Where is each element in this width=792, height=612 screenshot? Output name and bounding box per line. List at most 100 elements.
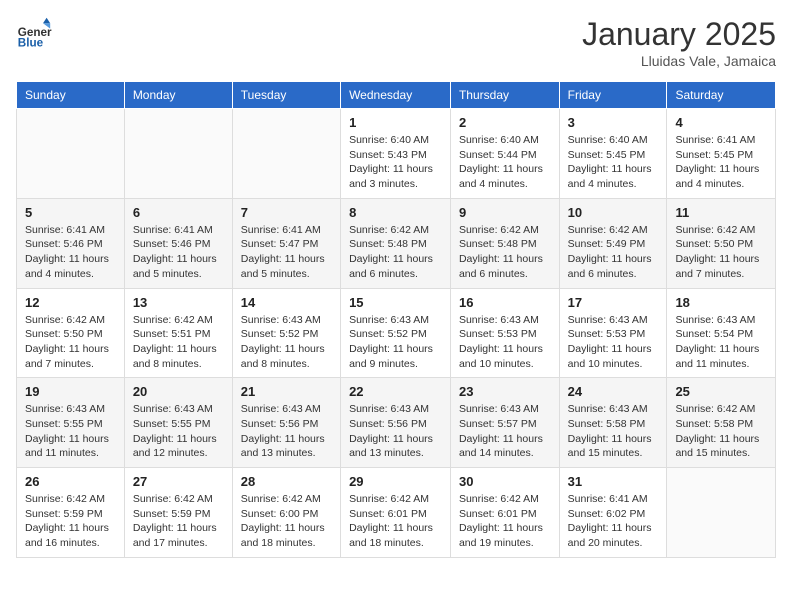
- weekday-header-friday: Friday: [559, 82, 667, 109]
- weekday-header-monday: Monday: [124, 82, 232, 109]
- day-info: Sunrise: 6:42 AM Sunset: 5:50 PM Dayligh…: [25, 313, 116, 372]
- day-number: 27: [133, 474, 224, 489]
- day-number: 9: [459, 205, 551, 220]
- day-info: Sunrise: 6:41 AM Sunset: 5:46 PM Dayligh…: [133, 223, 224, 282]
- calendar-cell: 19 Sunrise: 6:43 AM Sunset: 5:55 PM Dayli…: [17, 378, 125, 468]
- day-info: Sunrise: 6:40 AM Sunset: 5:44 PM Dayligh…: [459, 133, 551, 192]
- day-number: 7: [241, 205, 332, 220]
- day-number: 30: [459, 474, 551, 489]
- calendar-cell: 18 Sunrise: 6:43 AM Sunset: 5:54 PM Dayli…: [667, 288, 776, 378]
- calendar-cell: 29Sunrise: 6:42 AM Sunset: 6:01 PM Dayli…: [341, 468, 451, 558]
- day-info: Sunrise: 6:42 AM Sunset: 5:59 PM Dayligh…: [133, 492, 224, 551]
- day-info: Sunrise: 6:41 AM Sunset: 6:02 PM Dayligh…: [568, 492, 659, 551]
- calendar-cell: 5 Sunrise: 6:41 AM Sunset: 5:46 PM Daylig…: [17, 198, 125, 288]
- day-info: Sunrise: 6:40 AM Sunset: 5:45 PM Dayligh…: [568, 133, 659, 192]
- calendar-cell: 22 Sunrise: 6:43 AM Sunset: 5:56 PM Dayli…: [341, 378, 451, 468]
- day-info: Sunrise: 6:41 AM Sunset: 5:45 PM Dayligh…: [675, 133, 767, 192]
- calendar-cell: [124, 109, 232, 199]
- month-title: January 2025: [582, 16, 776, 53]
- day-number: 2: [459, 115, 551, 130]
- day-number: 21: [241, 384, 332, 399]
- day-info: Sunrise: 6:42 AM Sunset: 5:48 PM Dayligh…: [459, 223, 551, 282]
- day-number: 6: [133, 205, 224, 220]
- day-info: Sunrise: 6:42 AM Sunset: 5:51 PM Dayligh…: [133, 313, 224, 372]
- calendar-cell: 23 Sunrise: 6:43 AM Sunset: 5:57 PM Dayli…: [450, 378, 559, 468]
- title-block: January 2025 Lluidas Vale, Jamaica: [582, 16, 776, 69]
- calendar-cell: 16 Sunrise: 6:43 AM Sunset: 5:53 PM Dayli…: [450, 288, 559, 378]
- calendar-cell: [232, 109, 340, 199]
- day-info: Sunrise: 6:43 AM Sunset: 5:53 PM Dayligh…: [568, 313, 659, 372]
- day-info: Sunrise: 6:43 AM Sunset: 5:56 PM Dayligh…: [241, 402, 332, 461]
- day-number: 13: [133, 295, 224, 310]
- day-number: 29: [349, 474, 442, 489]
- calendar-cell: 9 Sunrise: 6:42 AM Sunset: 5:48 PM Daylig…: [450, 198, 559, 288]
- day-number: 22: [349, 384, 442, 399]
- day-number: 19: [25, 384, 116, 399]
- day-number: 11: [675, 205, 767, 220]
- weekday-header-saturday: Saturday: [667, 82, 776, 109]
- day-info: Sunrise: 6:43 AM Sunset: 5:57 PM Dayligh…: [459, 402, 551, 461]
- day-number: 16: [459, 295, 551, 310]
- day-number: 23: [459, 384, 551, 399]
- calendar-cell: 3 Sunrise: 6:40 AM Sunset: 5:45 PM Daylig…: [559, 109, 667, 199]
- calendar-cell: 30 Sunrise: 6:42 AM Sunset: 6:01 PM Dayli…: [450, 468, 559, 558]
- weekday-header-sunday: Sunday: [17, 82, 125, 109]
- day-number: 8: [349, 205, 442, 220]
- day-info: Sunrise: 6:42 AM Sunset: 5:49 PM Dayligh…: [568, 223, 659, 282]
- day-info: Sunrise: 6:43 AM Sunset: 5:56 PM Dayligh…: [349, 402, 442, 461]
- day-number: 24: [568, 384, 659, 399]
- day-info: Sunrise: 6:42 AM Sunset: 5:48 PM Dayligh…: [349, 223, 442, 282]
- weekday-header-wednesday: Wednesday: [341, 82, 451, 109]
- day-info: Sunrise: 6:43 AM Sunset: 5:55 PM Dayligh…: [25, 402, 116, 461]
- day-info: Sunrise: 6:43 AM Sunset: 5:53 PM Dayligh…: [459, 313, 551, 372]
- day-number: 14: [241, 295, 332, 310]
- weekday-header-thursday: Thursday: [450, 82, 559, 109]
- day-info: Sunrise: 6:43 AM Sunset: 5:58 PM Dayligh…: [568, 402, 659, 461]
- day-info: Sunrise: 6:41 AM Sunset: 5:46 PM Dayligh…: [25, 223, 116, 282]
- page-header: General Blue January 2025 Lluidas Vale, …: [16, 16, 776, 69]
- day-info: Sunrise: 6:42 AM Sunset: 5:50 PM Dayligh…: [675, 223, 767, 282]
- day-number: 31: [568, 474, 659, 489]
- day-info: Sunrise: 6:42 AM Sunset: 6:00 PM Dayligh…: [241, 492, 332, 551]
- location-subtitle: Lluidas Vale, Jamaica: [582, 53, 776, 69]
- calendar-cell: 15Sunrise: 6:43 AM Sunset: 5:52 PM Dayli…: [341, 288, 451, 378]
- calendar-cell: 20Sunrise: 6:43 AM Sunset: 5:55 PM Dayli…: [124, 378, 232, 468]
- day-number: 10: [568, 205, 659, 220]
- day-number: 25: [675, 384, 767, 399]
- logo-icon: General Blue: [16, 16, 52, 52]
- day-number: 26: [25, 474, 116, 489]
- calendar-cell: 17Sunrise: 6:43 AM Sunset: 5:53 PM Dayli…: [559, 288, 667, 378]
- calendar-cell: 24 Sunrise: 6:43 AM Sunset: 5:58 PM Dayli…: [559, 378, 667, 468]
- day-info: Sunrise: 6:41 AM Sunset: 5:47 PM Dayligh…: [241, 223, 332, 282]
- day-info: Sunrise: 6:42 AM Sunset: 6:01 PM Dayligh…: [459, 492, 551, 551]
- calendar-cell: [667, 468, 776, 558]
- day-info: Sunrise: 6:43 AM Sunset: 5:55 PM Dayligh…: [133, 402, 224, 461]
- day-info: Sunrise: 6:43 AM Sunset: 5:52 PM Dayligh…: [241, 313, 332, 372]
- calendar-cell: 28 Sunrise: 6:42 AM Sunset: 6:00 PM Dayli…: [232, 468, 340, 558]
- calendar-cell: 7 Sunrise: 6:41 AM Sunset: 5:47 PM Daylig…: [232, 198, 340, 288]
- day-number: 28: [241, 474, 332, 489]
- calendar-cell: 11 Sunrise: 6:42 AM Sunset: 5:50 PM Dayli…: [667, 198, 776, 288]
- day-info: Sunrise: 6:43 AM Sunset: 5:54 PM Dayligh…: [675, 313, 767, 372]
- weekday-header-row: SundayMondayTuesdayWednesdayThursdayFrid…: [17, 82, 776, 109]
- calendar-week-row: 5 Sunrise: 6:41 AM Sunset: 5:46 PM Daylig…: [17, 198, 776, 288]
- calendar-table: SundayMondayTuesdayWednesdayThursdayFrid…: [16, 81, 776, 558]
- day-number: 1: [349, 115, 442, 130]
- svg-text:Blue: Blue: [18, 37, 44, 50]
- day-info: Sunrise: 6:40 AM Sunset: 5:43 PM Dayligh…: [349, 133, 442, 192]
- day-number: 4: [675, 115, 767, 130]
- calendar-cell: 10 Sunrise: 6:42 AM Sunset: 5:49 PM Dayli…: [559, 198, 667, 288]
- day-info: Sunrise: 6:42 AM Sunset: 5:59 PM Dayligh…: [25, 492, 116, 551]
- day-number: 5: [25, 205, 116, 220]
- calendar-cell: 25Sunrise: 6:42 AM Sunset: 5:58 PM Dayli…: [667, 378, 776, 468]
- calendar-week-row: 1 Sunrise: 6:40 AM Sunset: 5:43 PM Daylig…: [17, 109, 776, 199]
- weekday-header-tuesday: Tuesday: [232, 82, 340, 109]
- day-number: 18: [675, 295, 767, 310]
- calendar-cell: 13 Sunrise: 6:42 AM Sunset: 5:51 PM Dayli…: [124, 288, 232, 378]
- day-info: Sunrise: 6:43 AM Sunset: 5:52 PM Dayligh…: [349, 313, 442, 372]
- day-number: 3: [568, 115, 659, 130]
- calendar-week-row: 26 Sunrise: 6:42 AM Sunset: 5:59 PM Dayli…: [17, 468, 776, 558]
- logo: General Blue: [16, 16, 56, 52]
- calendar-cell: 6 Sunrise: 6:41 AM Sunset: 5:46 PM Daylig…: [124, 198, 232, 288]
- calendar-cell: [17, 109, 125, 199]
